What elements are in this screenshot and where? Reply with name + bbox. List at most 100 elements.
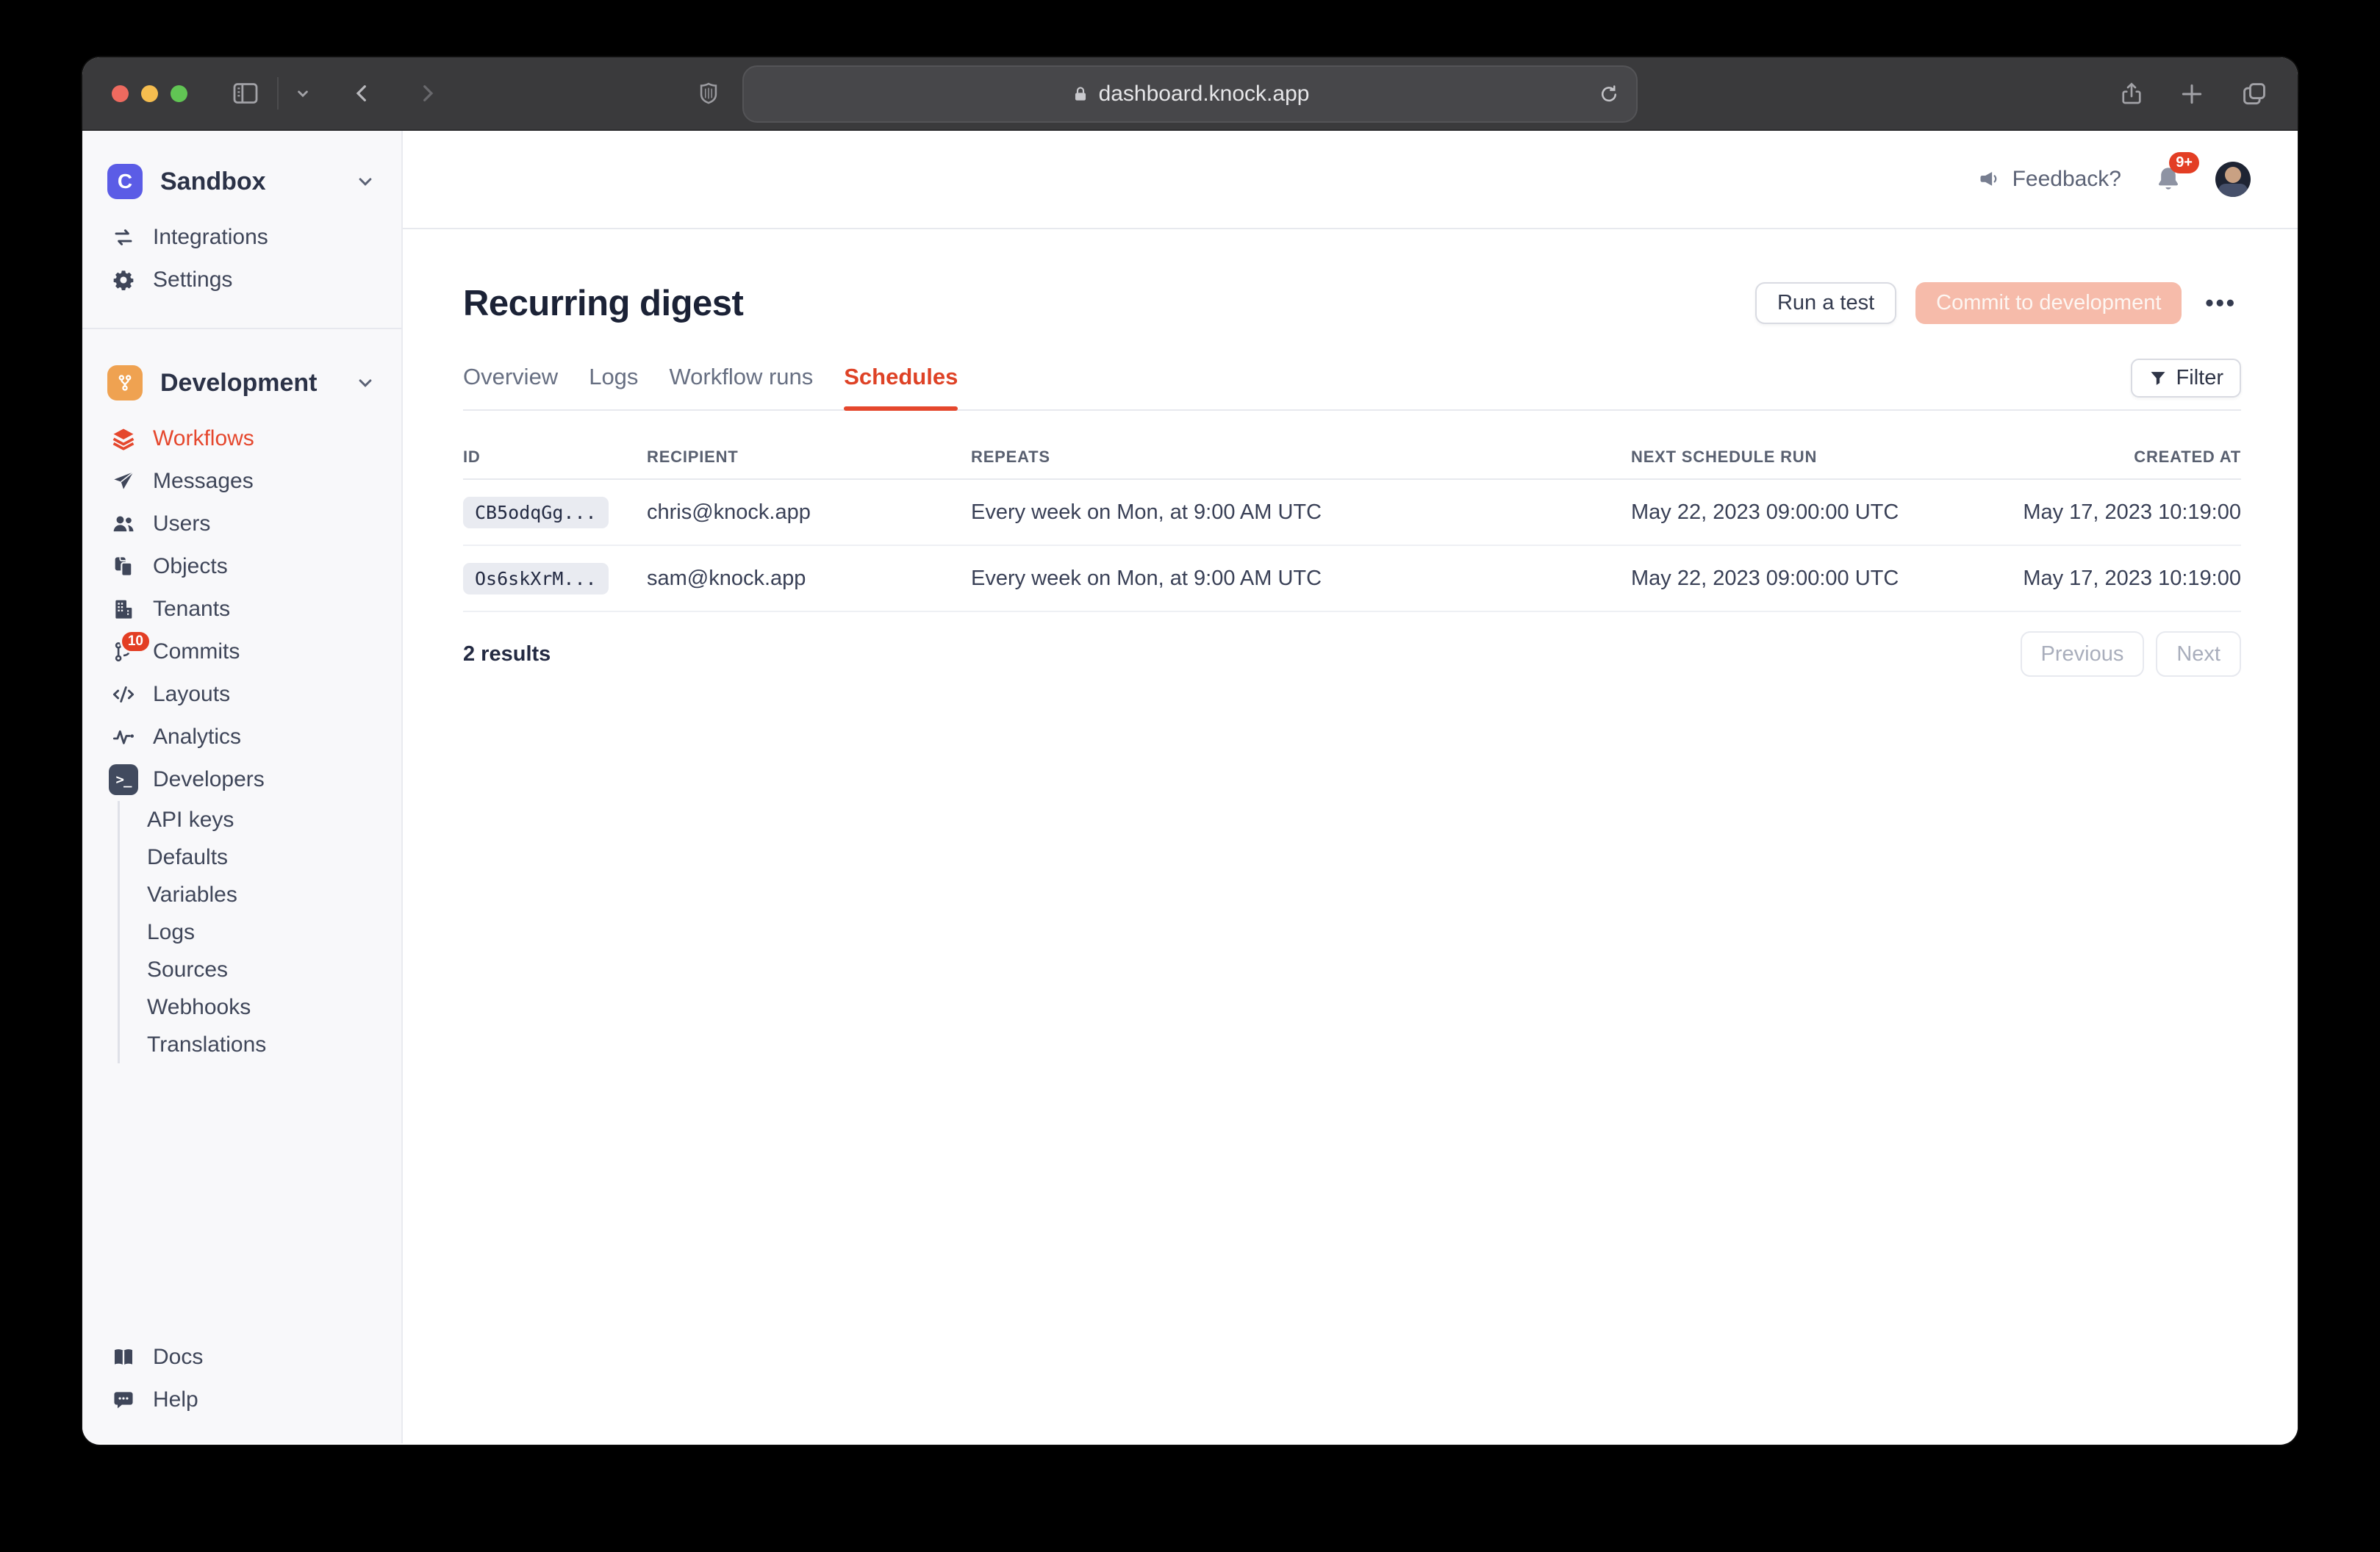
url-text: dashboard.knock.app xyxy=(1099,82,1310,107)
tab-schedules[interactable]: Schedules xyxy=(844,364,958,409)
sidebar-item-settings[interactable]: Settings xyxy=(82,259,401,301)
feedback-button[interactable]: Feedback? xyxy=(1979,167,2121,192)
sidebar-item-developers[interactable]: >_ Developers xyxy=(82,758,401,801)
chevron-down-icon xyxy=(354,170,376,193)
created-at-cell: May 17, 2023 10:19:00 xyxy=(2010,567,2241,591)
previous-page-button[interactable]: Previous xyxy=(2021,631,2145,677)
megaphone-icon xyxy=(1979,168,2001,190)
sidebar-item-workflows[interactable]: Workflows xyxy=(82,417,401,460)
environment-badge xyxy=(107,365,143,400)
gear-icon xyxy=(109,268,138,292)
account-name: Sandbox xyxy=(160,168,354,196)
created-at-cell: May 17, 2023 10:19:00 xyxy=(2010,500,2241,525)
commit-to-development-button[interactable]: Commit to development xyxy=(1915,282,2182,324)
sidebar-subitem-variables[interactable]: Variables xyxy=(120,876,401,913)
sidebar-item-commits[interactable]: 10 Commits xyxy=(82,630,401,673)
notifications-button[interactable]: 9+ xyxy=(2154,164,2183,195)
paper-plane-icon xyxy=(109,470,138,493)
sidebar-item-users[interactable]: Users xyxy=(82,503,401,545)
sidebar-subitem-api-keys[interactable]: API keys xyxy=(120,801,401,838)
next-run-cell: May 22, 2023 09:00:00 UTC xyxy=(1631,500,2010,525)
next-run-cell: May 22, 2023 09:00:00 UTC xyxy=(1631,567,2010,591)
back-icon[interactable] xyxy=(351,79,374,108)
commits-count-badge: 10 xyxy=(120,630,151,653)
reload-icon[interactable] xyxy=(1598,83,1620,105)
toolbar-divider xyxy=(277,77,279,109)
table-row[interactable]: Os6skXrM... sam@knock.app Every week on … xyxy=(463,546,2241,612)
sidebar-subitem-defaults[interactable]: Defaults xyxy=(120,838,401,876)
sidebar-item-help[interactable]: Help xyxy=(82,1379,401,1421)
url-bar[interactable]: dashboard.knock.app xyxy=(742,65,1638,123)
filter-button[interactable]: Filter xyxy=(2131,359,2241,398)
environment-switcher[interactable]: Development xyxy=(82,359,401,407)
git-branch-icon: 10 xyxy=(109,640,138,664)
recipient-cell: chris@knock.app xyxy=(647,500,971,525)
funnel-icon xyxy=(2148,369,2168,388)
feedback-label: Feedback? xyxy=(2012,167,2121,192)
integrations-icon xyxy=(109,226,138,249)
table-header: ID RECIPIENT REPEATS NEXT SCHEDULE RUN C… xyxy=(463,436,2241,480)
sidebar-item-layouts[interactable]: Layouts xyxy=(82,673,401,716)
browser-titlebar: dashboard.knock.app xyxy=(82,57,2298,131)
column-header-repeats: REPEATS xyxy=(971,448,1631,467)
results-count: 2 results xyxy=(463,642,2021,667)
traffic-lights xyxy=(112,85,187,102)
browser-window: dashboard.knock.app C Sandb xyxy=(82,57,2298,1445)
sidebar-item-messages[interactable]: Messages xyxy=(82,460,401,503)
privacy-shield-icon[interactable] xyxy=(696,78,721,109)
knock-logo: C xyxy=(107,164,143,199)
tab-bar: Overview Logs Workflow runs Schedules Fi… xyxy=(463,343,2241,411)
tab-overview-icon[interactable] xyxy=(2239,80,2270,108)
page-title: Recurring digest xyxy=(463,283,1755,324)
documents-icon xyxy=(109,555,138,578)
schedule-id-chip[interactable]: CB5odqGg... xyxy=(463,497,609,528)
column-header-id: ID xyxy=(463,448,647,467)
sidebar-item-docs[interactable]: Docs xyxy=(82,1336,401,1379)
chevron-down-icon[interactable] xyxy=(293,84,312,103)
zoom-window-button[interactable] xyxy=(171,85,187,102)
tab-logs[interactable]: Logs xyxy=(589,364,638,409)
minimize-window-button[interactable] xyxy=(141,85,158,102)
sidebar-item-analytics[interactable]: Analytics xyxy=(82,716,401,758)
column-header-created-at: CREATED AT xyxy=(2010,448,2241,467)
recipient-cell: sam@knock.app xyxy=(647,567,971,591)
tab-workflow-runs[interactable]: Workflow runs xyxy=(669,364,813,409)
account-switcher[interactable]: C Sandbox xyxy=(82,157,401,206)
column-header-next-schedule-run: NEXT SCHEDULE RUN xyxy=(1631,448,2010,467)
sidebar-subitem-translations[interactable]: Translations xyxy=(120,1026,401,1063)
book-icon xyxy=(109,1346,138,1369)
close-window-button[interactable] xyxy=(112,85,129,102)
column-header-recipient: RECIPIENT xyxy=(647,448,971,467)
sidebar-item-integrations[interactable]: Integrations xyxy=(82,216,401,259)
chat-bubble-icon xyxy=(109,1388,138,1412)
next-page-button[interactable]: Next xyxy=(2156,631,2241,677)
sidebar-item-tenants[interactable]: Tenants xyxy=(82,588,401,630)
environment-name: Development xyxy=(160,369,354,398)
sidebar: C Sandbox Integrations Settings xyxy=(82,131,403,1443)
new-tab-icon[interactable] xyxy=(2177,79,2207,109)
table-row[interactable]: CB5odqGg... chris@knock.app Every week o… xyxy=(463,480,2241,546)
notification-count-badge: 9+ xyxy=(2169,152,2199,173)
sidebar-subitem-webhooks[interactable]: Webhooks xyxy=(120,988,401,1026)
sidebar-subitem-logs[interactable]: Logs xyxy=(120,913,401,951)
layers-icon xyxy=(109,426,138,451)
code-icon xyxy=(109,683,138,706)
repeats-cell: Every week on Mon, at 9:00 AM UTC xyxy=(971,500,1631,525)
app-topbar: Feedback? 9+ xyxy=(403,131,2298,229)
tab-overview[interactable]: Overview xyxy=(463,364,558,409)
share-icon[interactable] xyxy=(2118,78,2145,110)
run-a-test-button[interactable]: Run a test xyxy=(1755,282,1896,324)
repeats-cell: Every week on Mon, at 9:00 AM UTC xyxy=(971,567,1631,591)
sidebar-toggle-icon[interactable] xyxy=(229,79,262,108)
users-icon xyxy=(109,512,138,536)
user-avatar[interactable] xyxy=(2215,162,2251,197)
pulse-icon xyxy=(109,725,138,749)
chevron-down-icon xyxy=(354,372,376,394)
schedule-id-chip[interactable]: Os6skXrM... xyxy=(463,563,609,594)
sidebar-subitem-sources[interactable]: Sources xyxy=(120,951,401,988)
sidebar-item-objects[interactable]: Objects xyxy=(82,545,401,588)
more-options-button[interactable]: ••• xyxy=(2201,290,2241,317)
forward-icon[interactable] xyxy=(415,79,439,108)
terminal-icon: >_ xyxy=(109,764,138,795)
lock-icon xyxy=(1071,83,1090,105)
